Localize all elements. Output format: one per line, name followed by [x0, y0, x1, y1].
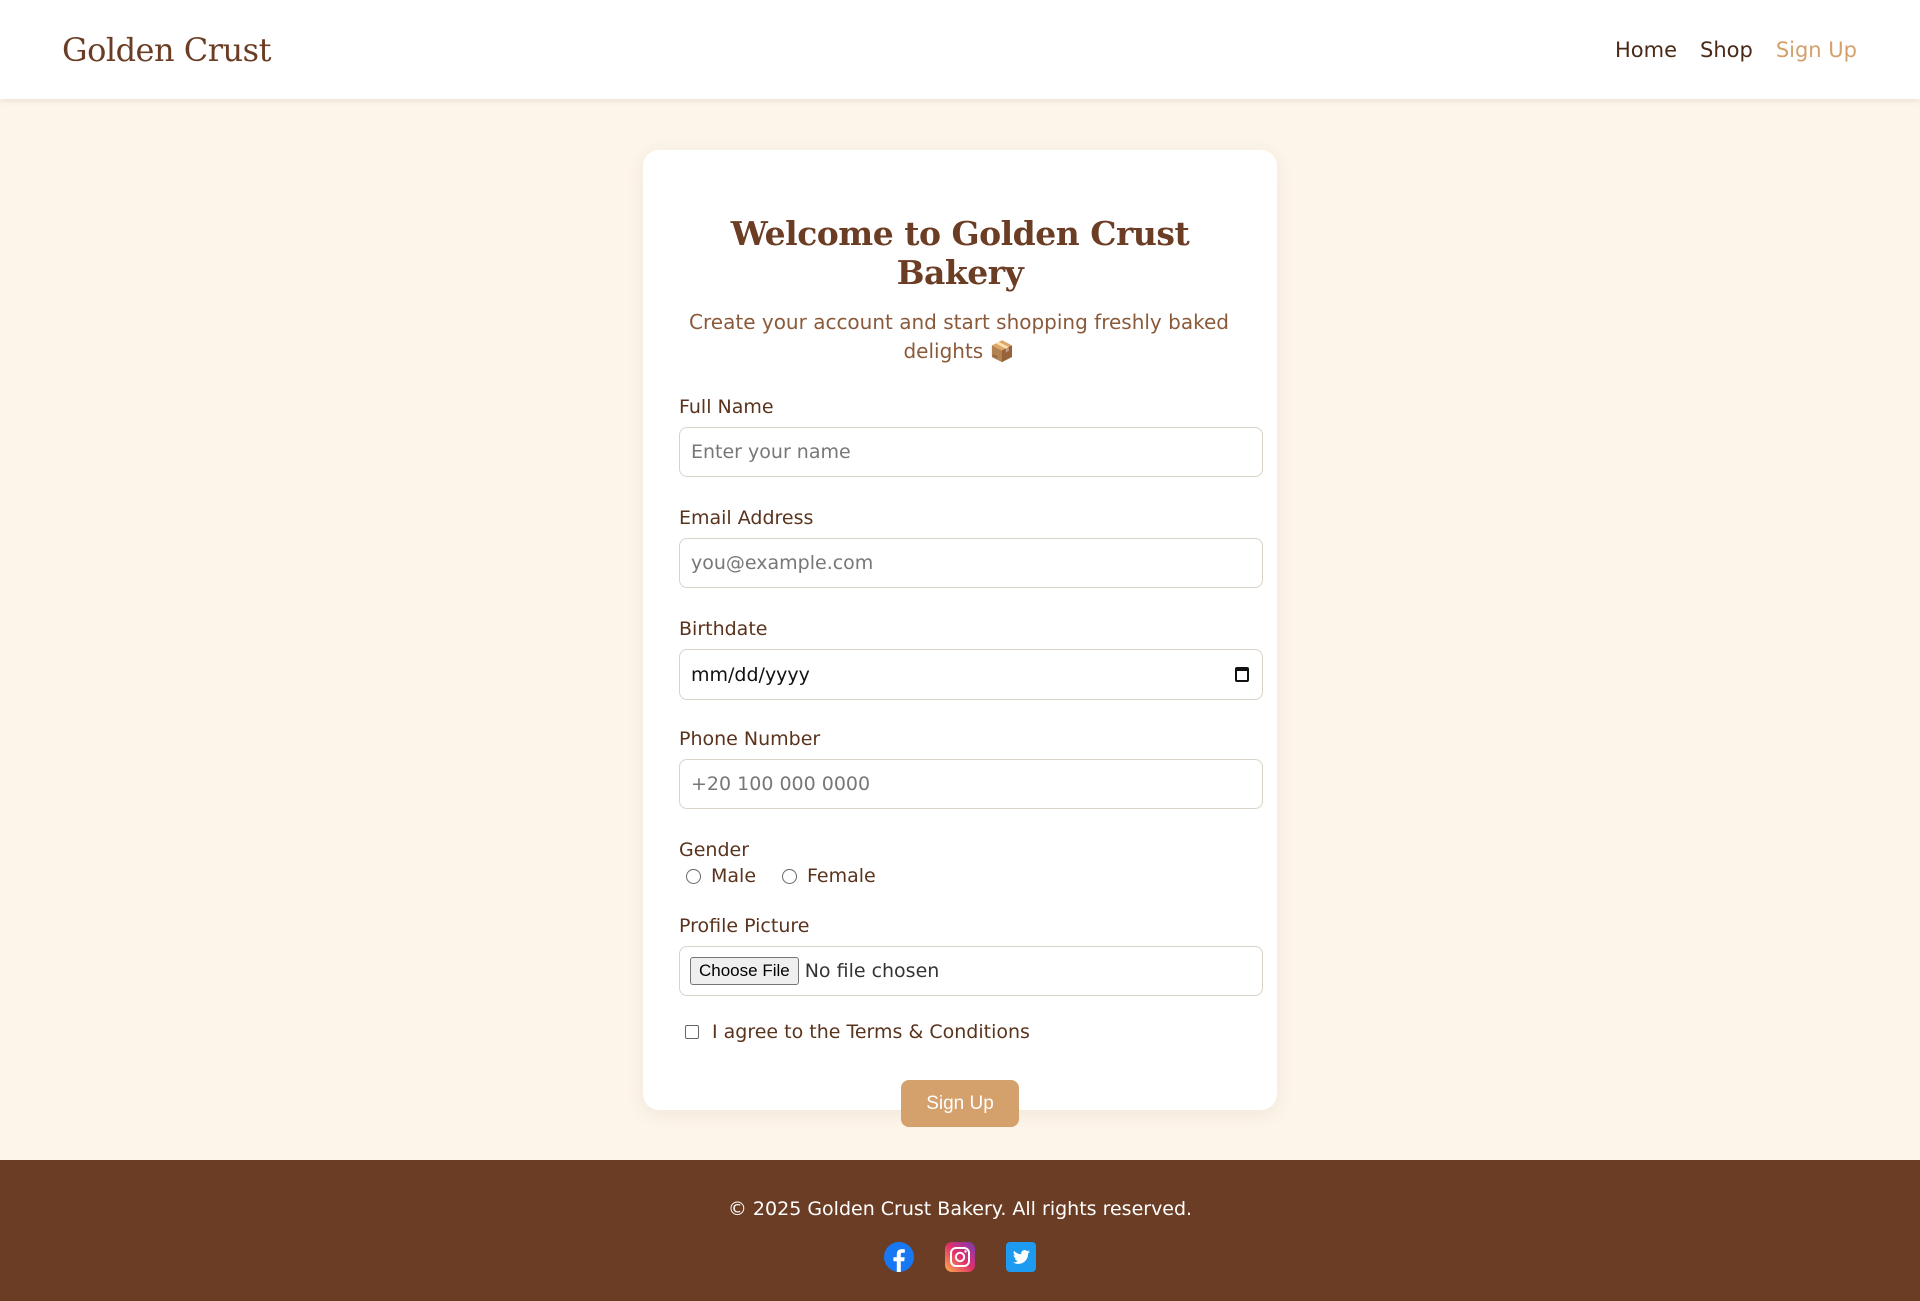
phone-placeholder: +20 100 000 0000 [691, 773, 871, 795]
file-status-text: No file chosen [804, 960, 940, 982]
phone-input[interactable]: +20 100 000 0000 [679, 759, 1263, 809]
phone-label: Phone Number [679, 728, 821, 750]
profile-picture-label: Profile Picture [679, 915, 810, 937]
email-label: Email Address [679, 507, 814, 529]
terms-label[interactable]: I agree to the Terms & Conditions [712, 1021, 1030, 1043]
terms-row: I agree to the Terms & Conditions [679, 1021, 1263, 1043]
gender-options: Male Female [679, 865, 1263, 887]
gender-male-label[interactable]: Male [711, 865, 756, 887]
social-links [0, 1242, 1920, 1272]
form-title: Welcome to Golden Crust Bakery [730, 214, 1190, 292]
nav-signup-link[interactable]: Sign Up [1776, 38, 1857, 62]
signup-card: Welcome to Golden Crust Bakery Create yo… [643, 150, 1277, 1127]
profile-picture-input: Choose File No file chosen [679, 946, 1263, 996]
full-name-input[interactable]: Enter your name [679, 427, 1263, 477]
form-subtitle: Create your account and start shopping f… [689, 310, 1229, 363]
nav-home-link[interactable]: Home [1615, 38, 1677, 62]
full-name-group: Full Name Enter your name [679, 396, 1263, 477]
submit-wrap: Sign Up [679, 1080, 1241, 1127]
birthdate-input[interactable]: mm/dd/yyyy [679, 649, 1263, 700]
gender-male-radio[interactable] [686, 868, 701, 884]
facebook-icon[interactable] [884, 1242, 914, 1272]
email-placeholder: you@example.com [691, 552, 874, 574]
profile-picture-group: Profile Picture Choose File No file chos… [679, 915, 1263, 996]
nav-shop-link[interactable]: Shop [1700, 38, 1753, 62]
gender-group: Gender Male Female [679, 839, 1263, 887]
gender-female-label[interactable]: Female [807, 865, 876, 887]
site-header: Golden Crust Home Shop Sign Up [0, 0, 1920, 99]
phone-group: Phone Number +20 100 000 0000 [679, 728, 1263, 809]
email-group: Email Address you@example.com [679, 507, 1263, 588]
birthdate-group: Birthdate mm/dd/yyyy [679, 618, 1263, 700]
form-fields: Full Name Enter your name Email Address … [679, 396, 1263, 1127]
email-input[interactable]: you@example.com [679, 538, 1263, 588]
main-nav: Home Shop Sign Up [1615, 38, 1857, 62]
brand-logo[interactable]: Golden Crust [62, 31, 271, 69]
full-name-label: Full Name [679, 396, 774, 418]
birthdate-placeholder: mm/dd/yyyy [691, 663, 810, 686]
gender-female-radio[interactable] [782, 868, 798, 884]
full-name-placeholder: Enter your name [691, 441, 851, 463]
calendar-icon[interactable] [1235, 667, 1249, 682]
gender-label: Gender [679, 839, 750, 861]
sign-up-button[interactable]: Sign Up [901, 1080, 1019, 1127]
choose-file-button[interactable]: Choose File [690, 957, 799, 985]
instagram-icon[interactable] [945, 1242, 975, 1272]
birthdate-label: Birthdate [679, 618, 768, 640]
twitter-icon[interactable] [1006, 1242, 1036, 1272]
terms-checkbox[interactable] [685, 1025, 699, 1039]
site-footer: © 2025 Golden Crust Bakery. All rights r… [0, 1160, 1920, 1301]
footer-copyright: © 2025 Golden Crust Bakery. All rights r… [727, 1198, 1193, 1220]
